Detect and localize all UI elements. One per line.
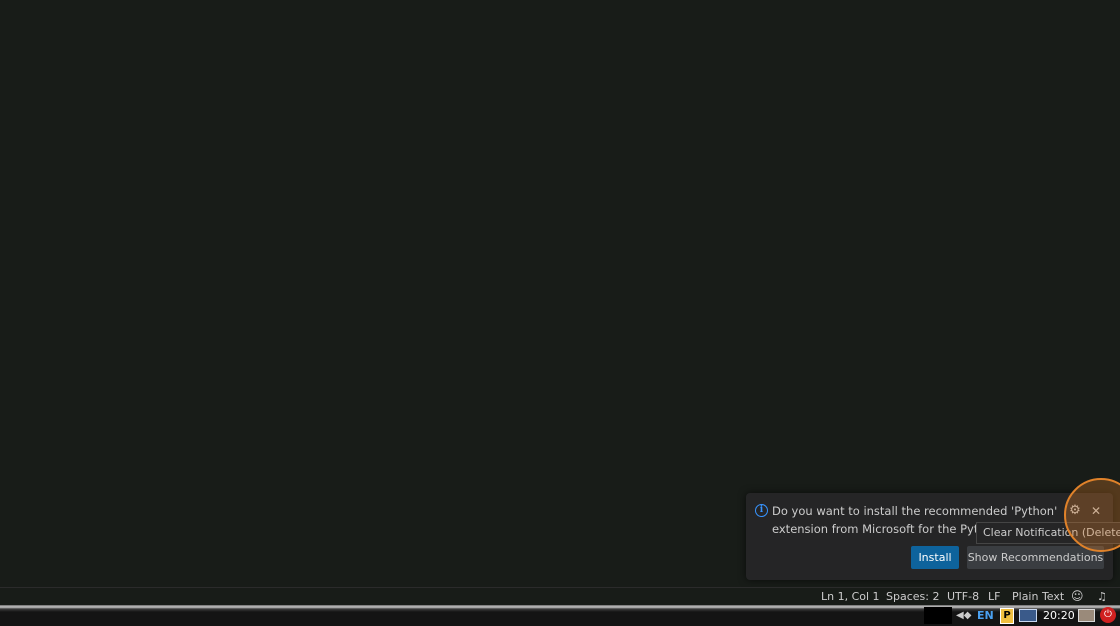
status-bar: Ln 1, Col 1 Spaces: 2 UTF-8 LF Plain Tex…	[0, 587, 1120, 606]
network-icon[interactable]	[1019, 609, 1037, 622]
clock[interactable]: 20:20	[1043, 607, 1075, 624]
install-button[interactable]: Install	[911, 546, 959, 569]
show-recommendations-button[interactable]: Show Recommendations	[967, 546, 1104, 569]
power-icon[interactable]: ⏻	[1100, 607, 1116, 623]
language-mode[interactable]: Plain Text	[1012, 588, 1064, 606]
taskbar	[0, 605, 1120, 626]
cursor-position[interactable]: Ln 1, Col 1	[821, 588, 880, 606]
volume-icon[interactable]: ◀◆	[956, 607, 971, 624]
taskbar-window-button[interactable]	[924, 607, 952, 624]
notification-message-line2: extension from Microsoft for the Python	[772, 522, 980, 536]
notification-message-line1: Do you want to install the recommended '…	[772, 504, 1058, 518]
keyboard-layout[interactable]: EN	[977, 607, 994, 624]
indentation-status[interactable]: Spaces: 2	[886, 588, 939, 606]
bell-icon[interactable]: ♫	[1097, 588, 1107, 606]
encoding-status[interactable]: UTF-8	[947, 588, 979, 606]
copilot-icon[interactable]: ☺	[1071, 588, 1084, 606]
info-icon: i	[755, 504, 768, 517]
app-tray-icon[interactable]: P	[1000, 608, 1014, 624]
display-icon[interactable]	[1078, 609, 1095, 622]
eol-status[interactable]: LF	[988, 588, 1000, 606]
